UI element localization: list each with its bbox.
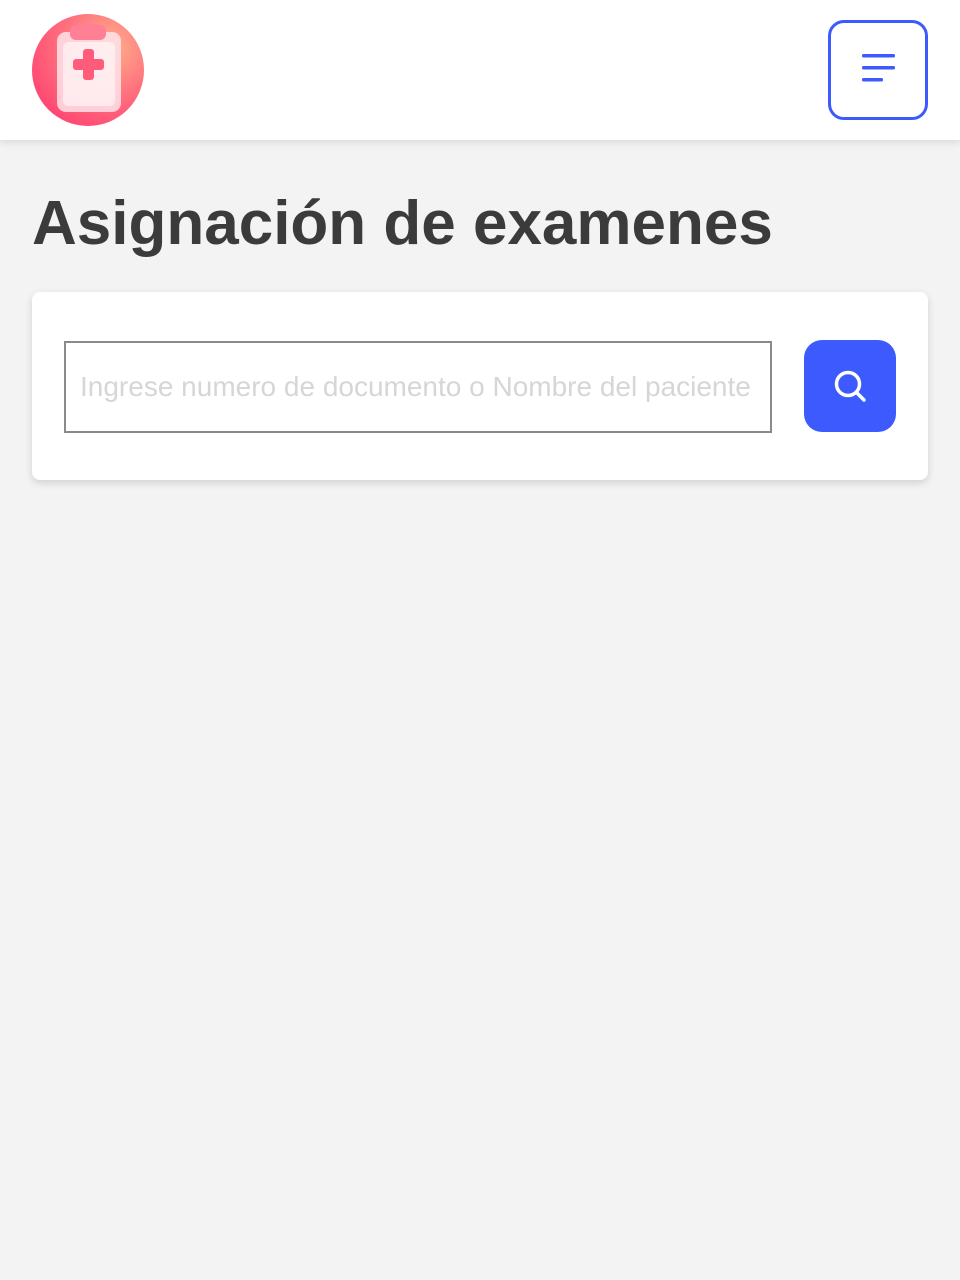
menu-button[interactable]	[828, 20, 928, 120]
menu-lines-icon	[862, 54, 895, 82]
search-card	[32, 292, 928, 480]
page-title: Asignación de examenes	[32, 189, 773, 258]
top-bar	[0, 0, 960, 140]
search-icon	[834, 370, 866, 402]
search-button[interactable]	[804, 340, 896, 432]
search-input[interactable]	[64, 341, 772, 433]
app-logo[interactable]	[32, 14, 144, 126]
clipboard-medical-icon	[57, 21, 121, 112]
